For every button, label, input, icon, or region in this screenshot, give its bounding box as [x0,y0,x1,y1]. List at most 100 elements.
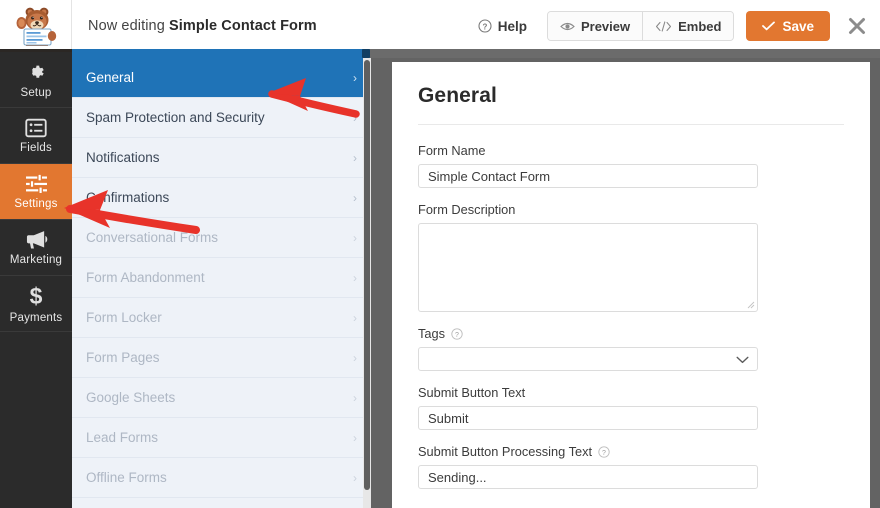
chevron-right-icon: › [353,310,357,325]
rail-item-setup[interactable]: Setup [0,52,72,108]
settings-item-label: Form Pages [86,350,160,365]
help-button-label: Help [497,18,527,34]
save-button[interactable]: Save [746,11,830,41]
rail-item-marketing[interactable]: Marketing [0,220,72,276]
embed-button[interactable]: Embed [642,12,734,40]
settings-item-label: Notifications [86,150,160,165]
page-title: General [418,84,497,107]
preview-button-label: Preview [580,18,631,34]
wpforms-form-builder: Now editing Simple Contact Form ? Help P… [0,0,880,508]
settings-item-form-locker[interactable]: Form Locker › [72,298,371,338]
chevron-right-icon: › [353,230,357,245]
field-submit-button-text: Submit Button Text Submit [418,385,844,430]
settings-item-lead-forms[interactable]: Lead Forms › [72,418,371,458]
settings-item-form-pages[interactable]: Form Pages › [72,338,371,378]
settings-panel-scrollbar-thumb[interactable] [364,60,370,490]
settings-item-label: Google Sheets [86,390,176,405]
rail-item-payments[interactable]: $ Payments [0,276,72,332]
settings-item-notifications[interactable]: Notifications › [72,138,371,178]
save-button-label: Save [782,18,814,34]
label-text: Form Description [418,202,516,217]
help-button[interactable]: ? Help [466,13,539,40]
submit-button-processing-text-value: Sending... [428,469,487,485]
preview-button[interactable]: Preview [547,12,643,40]
label-text: Tags [418,326,446,341]
checkmark-icon [762,21,776,31]
label-text: Submit Button Text [418,385,526,400]
editing-prefix: Now editing [88,18,165,34]
settings-item-label: Spam Protection and Security [86,110,265,125]
submit-button-text-input[interactable]: Submit [418,406,758,430]
submit-button-text-value: Submit [428,410,469,426]
settings-item-label: Confirmations [86,190,170,205]
megaphone-icon [25,229,48,250]
settings-item-offline-forms[interactable]: Offline Forms › [72,458,371,498]
svg-text:?: ? [482,22,487,31]
rail-item-label: Fields [20,141,52,154]
settings-item-google-sheets[interactable]: Google Sheets › [72,378,371,418]
rail-item-settings[interactable]: Settings [0,164,72,220]
settings-item-label: Conversational Forms [86,230,219,245]
rail-item-label: Settings [14,197,58,210]
header-actions: ? Help Preview Embed Save [466,0,880,52]
rail-item-fields[interactable]: Fields [0,108,72,164]
rail-item-label: Setup [20,86,52,99]
chevron-right-icon: › [353,150,357,165]
help-tooltip-icon[interactable]: ? [598,445,610,458]
close-icon[interactable] [846,15,868,37]
form-description-textarea[interactable] [418,223,758,312]
settings-item-label: Form Abandonment [86,270,205,285]
form-description-label: Form Description [418,202,844,217]
svg-text:?: ? [455,331,459,338]
title-divider [418,124,844,125]
current-form-title: Simple Contact Form [169,18,317,34]
now-editing-label: Now editing Simple Contact Form [88,18,317,34]
chevron-right-icon: › [353,390,357,405]
form-name-input[interactable]: Simple Contact Form [418,164,758,188]
settings-item-form-abandonment[interactable]: Form Abandonment › [72,258,371,298]
wpforms-bear-logo-icon [16,7,56,46]
logo-container [0,0,72,52]
chevron-right-icon: › [353,430,357,445]
chevron-right-icon: › [353,190,357,205]
submit-button-text-label: Submit Button Text [418,385,844,400]
resize-grip-icon[interactable] [747,301,755,309]
label-text: Submit Button Processing Text [418,444,593,459]
embed-button-label: Embed [678,18,722,34]
question-circle-icon: ? [478,19,492,33]
gear-icon [25,61,47,83]
settings-item-conversational-forms[interactable]: Conversational Forms › [72,218,371,258]
label-text: Form Name [418,143,486,158]
scrollbar-thumb-tip[interactable] [362,49,370,58]
code-brackets-icon [655,20,672,32]
help-tooltip-icon[interactable]: ? [451,327,463,340]
settings-item-label: Form Locker [86,310,162,325]
field-form-description: Form Description [418,202,844,312]
settings-item-label: Offline Forms [86,470,167,485]
chevron-right-icon: › [353,270,357,285]
form-list-icon [25,118,47,138]
settings-item-label: General [86,70,135,85]
settings-sections-list: General › Spam Protection and Security ›… [72,58,371,508]
field-tags: Tags ? [418,326,844,371]
chevron-right-icon: › [353,110,357,125]
submit-button-processing-text-input[interactable]: Sending... [418,465,758,489]
horizontal-scrollbar[interactable] [0,49,880,58]
chevron-right-icon: › [353,70,357,85]
chevron-right-icon: › [353,350,357,365]
settings-item-spam-protection-and-security[interactable]: Spam Protection and Security › [72,98,371,138]
settings-item-general[interactable]: General › [72,58,371,98]
tags-select[interactable] [418,347,758,371]
scrollbar-segment-blue [72,49,368,58]
form-name-value: Simple Contact Form [428,168,551,184]
preview-embed-group: Preview Embed [546,11,735,41]
dollar-icon: $ [27,283,45,309]
submit-button-processing-text-label: Submit Button Processing Text ? [418,444,844,459]
field-form-name: Form Name Simple Contact Form [418,143,844,188]
settings-item-label: Lead Forms [86,430,159,445]
rail-item-label: Marketing [9,254,63,266]
rail-item-label: Payments [9,311,63,324]
chevron-down-icon [736,352,749,367]
settings-item-confirmations[interactable]: Confirmations › [72,178,371,218]
sliders-icon [25,173,48,194]
